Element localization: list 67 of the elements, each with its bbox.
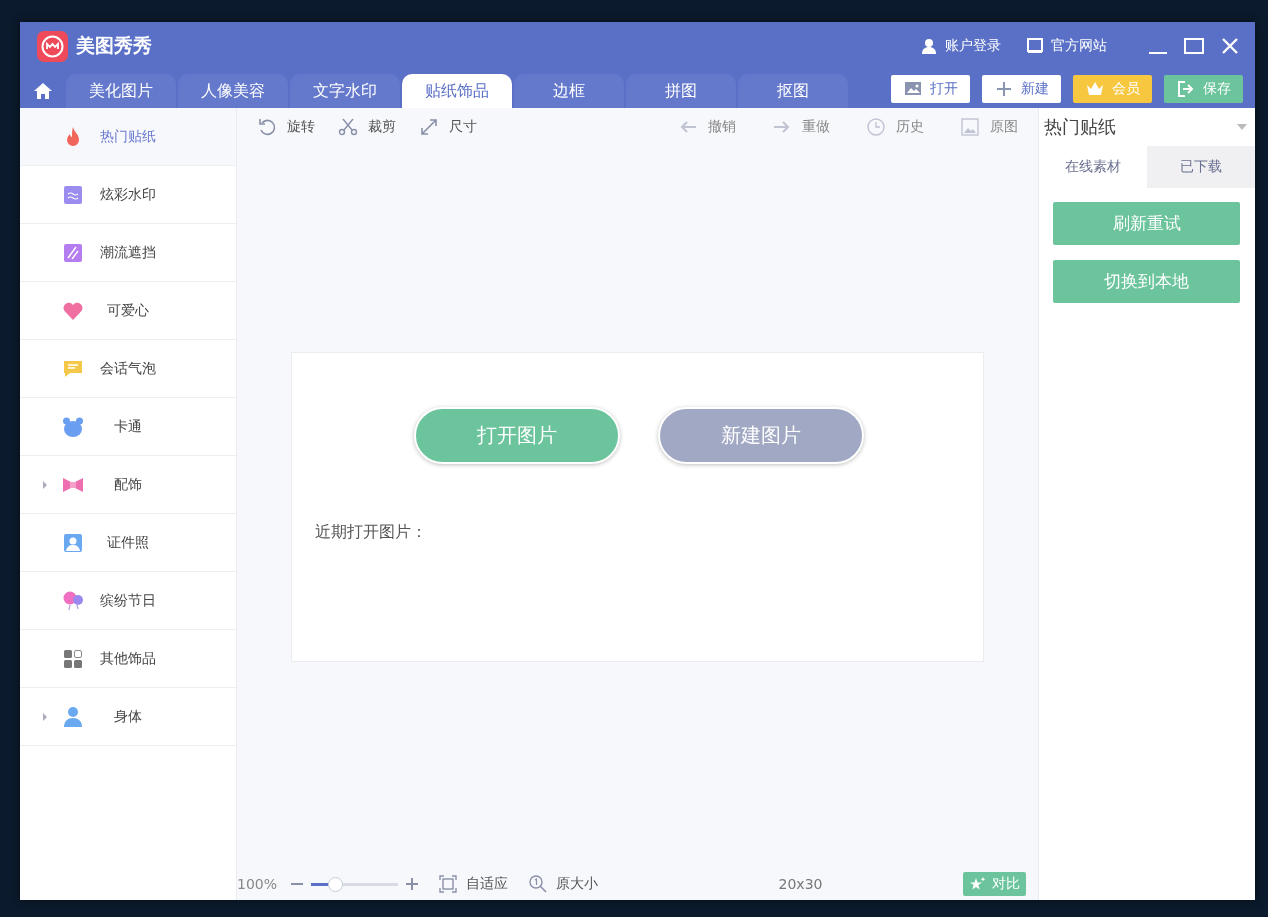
status-button[interactable]: 自适应 <box>466 875 509 893</box>
user-icon <box>921 38 937 54</box>
toolbar-label[interactable]: 旋转 <box>287 118 315 136</box>
zoom-slider[interactable] <box>311 876 399 892</box>
toolbar-label: 历史 <box>896 118 924 136</box>
app-title: 美图秀秀 <box>76 33 153 58</box>
sidebar-item[interactable]: 可爱心 <box>20 282 236 340</box>
sparkle-star-icon <box>969 876 986 892</box>
status-button[interactable]: 原大小 <box>556 875 599 893</box>
tab[interactable]: 贴纸饰品 <box>402 74 512 108</box>
sidebar-item[interactable]: 身体 <box>20 688 236 746</box>
crown-icon <box>1085 80 1104 98</box>
toolbar-label[interactable]: 裁剪 <box>368 118 396 136</box>
image-icon <box>903 80 922 98</box>
toolbar-label[interactable]: 尺寸 <box>449 118 477 136</box>
toolbar-label: 撤销 <box>708 118 736 136</box>
slider-thumb[interactable] <box>328 876 344 892</box>
tab[interactable]: 抠图 <box>738 74 848 108</box>
toolbar-label: 原图 <box>990 118 1018 136</box>
title-link[interactable]: 官方网站 <box>1051 37 1107 55</box>
sidebar-item[interactable]: 缤纷节日 <box>20 572 236 630</box>
balloons-icon <box>62 589 84 612</box>
grid-icon <box>62 647 84 670</box>
plus-icon[interactable] <box>406 878 419 890</box>
sidebar-item[interactable]: 卡通 <box>20 398 236 456</box>
sidebar-item[interactable]: 热门贴纸 <box>20 108 236 166</box>
fit-frame-icon[interactable] <box>438 874 459 894</box>
id-photo-icon <box>62 531 84 554</box>
image-icon[interactable] <box>960 117 980 137</box>
sidebar-item[interactable]: 炫彩水印 <box>20 166 236 224</box>
sidebar-item[interactable]: 其他饰品 <box>20 630 236 688</box>
title-link[interactable]: 账户登录 <box>945 37 1001 55</box>
caret-icon[interactable] <box>41 711 49 722</box>
clock-icon[interactable] <box>866 117 886 137</box>
sidebar-item[interactable]: 证件照 <box>20 514 236 572</box>
person-icon <box>62 705 84 728</box>
zoom-percent: 100% <box>237 876 278 892</box>
caret-icon <box>1237 124 1247 130</box>
tab[interactable]: 人像美容 <box>178 74 288 108</box>
toolbar-button[interactable]: 新建 <box>982 75 1061 103</box>
sidebar-item[interactable]: 潮流遮挡 <box>20 224 236 282</box>
scissors-icon[interactable] <box>338 117 358 137</box>
rotate-icon[interactable] <box>257 117 277 137</box>
tab[interactable]: 边框 <box>514 74 624 108</box>
home-icon[interactable] <box>33 82 53 100</box>
category-dropdown[interactable]: 热门贴纸 <box>1039 108 1255 146</box>
monitor-icon <box>1027 38 1043 54</box>
exit-icon <box>1176 80 1195 98</box>
bear-icon <box>62 415 84 438</box>
zoom-icon[interactable] <box>528 874 549 894</box>
resize-arrow-icon[interactable] <box>419 117 439 137</box>
tab[interactable]: 已下载 <box>1147 146 1255 188</box>
app-logo-icon <box>37 30 68 62</box>
image-dimensions: 20x30 <box>777 876 824 892</box>
wave-card-icon <box>62 183 84 206</box>
sidebar-item[interactable]: 会话气泡 <box>20 340 236 398</box>
sidebar-item[interactable]: 配饰 <box>20 456 236 514</box>
plus-icon <box>994 80 1013 98</box>
recent-label: 近期打开图片： <box>315 522 427 543</box>
tab[interactable]: 美化图片 <box>66 74 176 108</box>
toolbar-button[interactable]: 打开 <box>891 75 970 103</box>
tab[interactable]: 拼图 <box>626 74 736 108</box>
maximize-icon[interactable] <box>1183 35 1205 57</box>
caret-icon[interactable] <box>41 479 49 490</box>
toolbar-label: 重做 <box>802 118 830 136</box>
tab[interactable]: 文字水印 <box>290 74 400 108</box>
striped-square-icon <box>62 241 84 264</box>
